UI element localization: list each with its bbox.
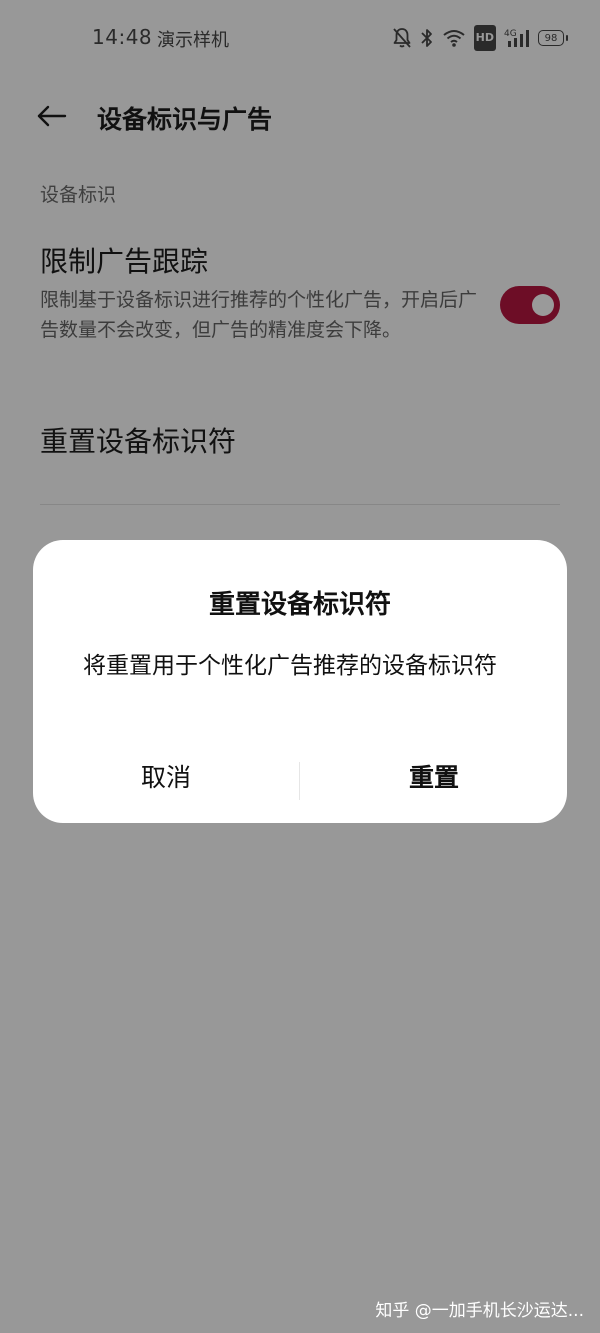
wifi-icon: [442, 26, 466, 50]
back-button[interactable]: [30, 97, 74, 135]
battery-level: 98: [544, 32, 558, 44]
network-type-label: 4G: [504, 29, 517, 39]
toggle-knob: [532, 294, 554, 316]
limit-ad-tracking-title[interactable]: 限制广告跟踪: [40, 240, 208, 280]
hd-badge: HD: [473, 25, 496, 51]
reset-identifier-row[interactable]: 重置设备标识符: [40, 420, 236, 460]
battery-icon: 98: [538, 30, 568, 46]
cancel-button[interactable]: 取消: [33, 748, 299, 804]
status-bar: 14:48 演示样机 HD 4G 98: [0, 0, 600, 76]
page-title: 设备标识与广告: [97, 105, 273, 134]
bell-off-icon: [392, 26, 412, 50]
bluetooth-icon: [420, 26, 434, 50]
dialog-title: 重置设备标识符: [208, 590, 391, 620]
status-time: 14:48: [92, 25, 153, 49]
reset-dialog: 重置设备标识符 将重置用于个性化广告推荐的设备标识符 取消 重置: [33, 540, 567, 823]
watermark: 知乎 @一加手机长沙运达...: [375, 1301, 584, 1321]
status-icons: HD 4G 98: [392, 24, 568, 52]
screen: 14:48 演示样机 HD 4G 98 设备标识与广告 设备标识 限制广告跟踪 …: [0, 0, 600, 1333]
reset-button[interactable]: 重置: [301, 748, 567, 804]
dialog-button-divider: [299, 762, 300, 800]
section-header-device-id: 设备标识: [40, 184, 117, 206]
arrow-left-icon: [37, 105, 67, 127]
cellular-signal-icon: 4G: [504, 26, 530, 50]
dialog-message: 将重置用于个性化广告推荐的设备标识符: [83, 653, 497, 679]
limit-ad-tracking-description: 限制基于设备标识进行推荐的个性化广告，开启后广告数量不会改变，但广告的精准度会下…: [40, 289, 478, 341]
app-bar: 设备标识与广告: [0, 80, 600, 152]
status-carrier-label: 演示样机: [157, 30, 229, 51]
divider: [40, 504, 560, 505]
dialog-buttons: 取消 重置: [33, 748, 567, 804]
limit-ad-tracking-toggle[interactable]: [500, 286, 560, 324]
